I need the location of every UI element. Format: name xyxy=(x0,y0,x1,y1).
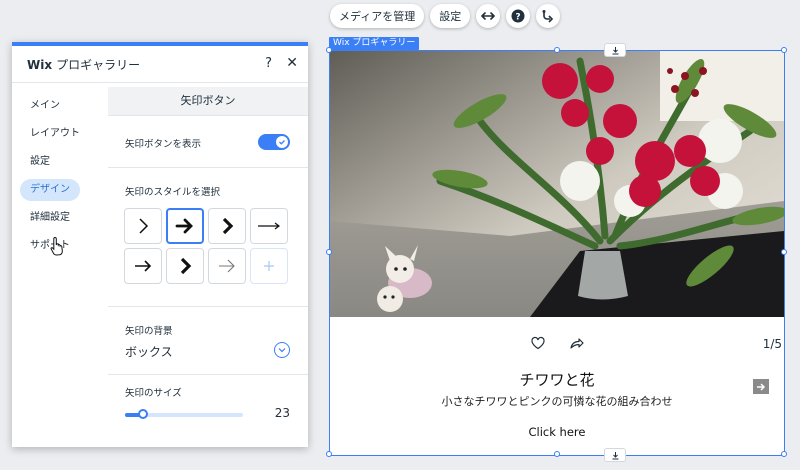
arrow-right-icon xyxy=(757,382,766,391)
arrow-background-row: 矢印の背景 ボックス xyxy=(108,307,308,375)
nav-item-main[interactable]: メイン xyxy=(20,95,70,117)
settings-button[interactable]: 設定 xyxy=(430,4,471,28)
resize-handle-br[interactable] xyxy=(781,451,787,457)
chevron-thin-icon xyxy=(139,218,149,234)
nav-item-layout[interactable]: レイアウト xyxy=(20,123,90,145)
arrow-thin-long-icon xyxy=(258,222,280,230)
arrow-background-value[interactable]: ボックス xyxy=(125,343,173,360)
check-icon xyxy=(279,140,285,145)
arrow-background-label: 矢印の背景 xyxy=(125,326,173,337)
add-arrow-style-button[interactable] xyxy=(250,248,288,284)
arrow-style-option[interactable] xyxy=(124,248,162,284)
panel-close-button[interactable]: ✕ xyxy=(286,55,298,71)
image-counter: 1/5 xyxy=(762,337,782,351)
selected-component-label: Wix プロギャラリー xyxy=(329,37,420,50)
stretch-icon xyxy=(481,12,496,20)
stretch-bottom-tab[interactable] xyxy=(604,448,626,462)
resize-handle-bl[interactable] xyxy=(326,451,332,457)
resize-handle-mr[interactable] xyxy=(781,249,787,255)
manage-media-button[interactable]: メディアを管理 xyxy=(330,4,425,28)
item-title: チワワと花 xyxy=(519,371,595,389)
arrow-medium-icon xyxy=(135,260,152,272)
chevron-down-icon xyxy=(278,348,286,353)
item-link[interactable]: Click here xyxy=(330,425,784,439)
section-title: 矢印ボタン xyxy=(108,87,308,116)
download-icon xyxy=(612,451,618,459)
connect-icon xyxy=(542,10,554,23)
arrow-style-option[interactable] xyxy=(124,208,162,244)
panel-title-brand: Wix xyxy=(27,57,53,72)
svg-text:?: ? xyxy=(516,13,521,23)
nav-item-settings[interactable]: 設定 xyxy=(20,151,60,173)
pro-gallery-widget[interactable]: 1/5 チワワと花 小さなチワワとピンクの可憐な花の組み合わせ Click he… xyxy=(326,43,787,462)
resize-handle-tr[interactable] xyxy=(781,47,787,53)
panel-header[interactable]: Wix プロギャラリー ? ✕ xyxy=(12,46,308,83)
panel-help-button[interactable]: ? xyxy=(265,56,272,71)
resize-handle-ml[interactable] xyxy=(326,249,332,255)
nav-item-advanced[interactable]: 詳細設定 xyxy=(20,207,80,229)
hand-cursor-icon xyxy=(50,236,63,256)
connect-button[interactable] xyxy=(536,4,561,28)
stretch-top-tab[interactable] xyxy=(604,43,626,57)
item-description: 小さなチワワとピンクの可憐な花の組み合わせ xyxy=(441,395,673,408)
slider-thumb[interactable] xyxy=(137,409,148,419)
arrow-size-slider[interactable] xyxy=(125,409,243,419)
arrow-background-dropdown[interactable] xyxy=(274,342,290,358)
arrow-style-grid xyxy=(124,208,288,284)
chevron-bold-icon xyxy=(222,217,234,235)
panel-title: Wix プロギャラリー xyxy=(27,56,140,73)
arrow-style-option[interactable] xyxy=(250,208,288,244)
arrow-size-value[interactable]: 23 xyxy=(275,406,290,420)
floating-toolbar: メディアを管理 設定 ? xyxy=(330,4,561,28)
gallery-actions-bar: 1/5 xyxy=(330,335,784,355)
toggle-knob xyxy=(276,136,288,148)
show-arrows-row: 矢印ボタンを表示 xyxy=(108,116,308,168)
help-icon: ? xyxy=(511,9,525,23)
plus-icon xyxy=(264,261,274,271)
share-icon[interactable] xyxy=(568,335,584,351)
arrow-style-option[interactable] xyxy=(208,208,246,244)
arrow-size-label: 矢印のサイズ xyxy=(125,388,182,399)
panel-side-nav: メイン レイアウト 設定 デザイン 詳細設定 サポート xyxy=(12,87,108,447)
gallery-settings-panel: Wix プロギャラリー ? ✕ メイン レイアウト 設定 デザイン 詳細設定 サポ… xyxy=(12,42,308,447)
arrow-style-option-selected[interactable] xyxy=(166,208,204,244)
download-icon xyxy=(612,46,618,54)
resize-handle-tm[interactable] xyxy=(554,47,560,53)
flowers-photo-image xyxy=(330,51,784,317)
show-arrows-toggle[interactable] xyxy=(258,134,290,150)
chevron-bold-2-icon xyxy=(180,257,192,275)
arrow-light-icon xyxy=(219,259,235,273)
arrow-style-option[interactable] xyxy=(208,248,246,284)
arrow-style-row: 矢印のスタイルを選択 xyxy=(108,168,308,307)
next-arrow-button[interactable] xyxy=(753,379,769,394)
help-button[interactable]: ? xyxy=(506,4,531,28)
arrow-style-label: 矢印のスタイルを選択 xyxy=(125,187,221,198)
stretch-button[interactable] xyxy=(476,4,501,28)
resize-handle-tl[interactable] xyxy=(326,47,332,53)
resize-handle-bm[interactable] xyxy=(554,451,560,457)
arrow-size-row: 矢印のサイズ 23 xyxy=(108,375,308,437)
show-arrows-label: 矢印ボタンを表示 xyxy=(125,139,202,150)
nav-item-design[interactable]: デザイン xyxy=(20,179,80,201)
heart-icon[interactable] xyxy=(530,335,546,351)
arrow-style-option[interactable] xyxy=(166,248,204,284)
panel-title-text: プロギャラリー xyxy=(56,57,141,72)
arrow-bold-icon xyxy=(175,218,193,234)
gallery-photo[interactable] xyxy=(330,51,784,317)
design-content: 矢印ボタン 矢印ボタンを表示 矢印のスタイルを選択 矢印の背景 ボックス 矢印の… xyxy=(108,87,308,447)
